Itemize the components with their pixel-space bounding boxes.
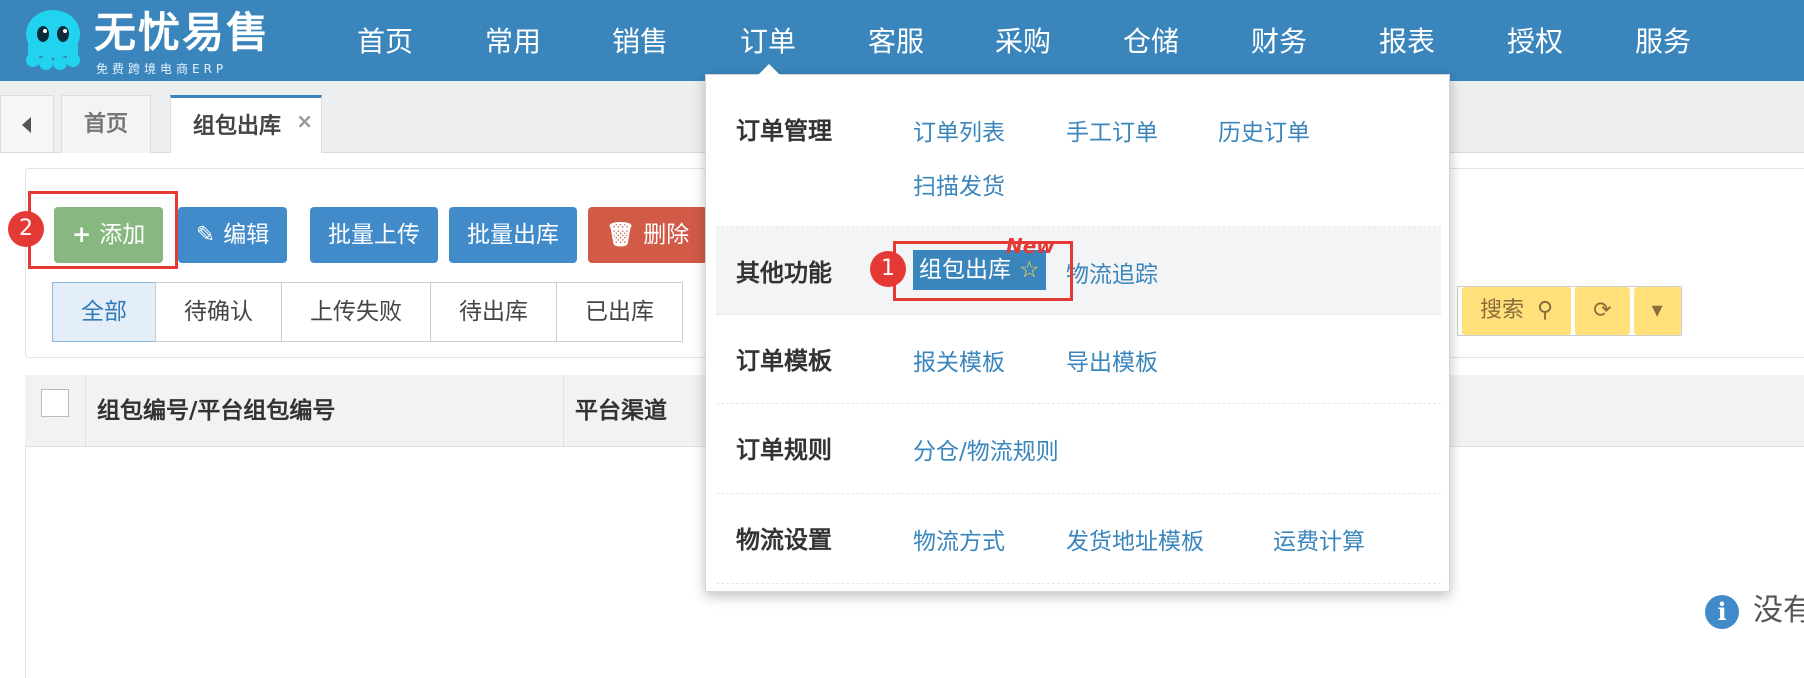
filter-pending-outbound[interactable]: 待出库 xyxy=(430,282,557,342)
dropdown-link-export-template[interactable]: 导出模板 xyxy=(1066,343,1158,377)
filter-shipped[interactable]: 已出库 xyxy=(556,282,683,342)
status-filter-group: 全部 待确认 上传失败 待出库 已出库 xyxy=(52,282,683,342)
nav-finance[interactable]: 财务 xyxy=(1229,0,1329,81)
tab-scroll-left-button[interactable] xyxy=(0,95,54,153)
filter-pending-confirm[interactable]: 待确认 xyxy=(155,282,282,342)
dropdown-link-scan-ship[interactable]: 扫描发货 xyxy=(913,167,1005,201)
dropdown-section-other: 其他功能 组包出库 ☆ New 物流追踪 xyxy=(716,227,1441,315)
delete-button[interactable]: 🗑 删除 xyxy=(588,207,708,263)
empty-state-text: 没有 xyxy=(1753,593,1804,628)
caret-down-icon: ▾ xyxy=(1651,298,1663,323)
step2-badge: 2 xyxy=(8,211,44,247)
logo[interactable]: 无忧易售 免费跨境电商ERP xyxy=(20,6,320,76)
select-all-checkbox[interactable] xyxy=(41,389,69,417)
dropdown-section-templates: 订单模板 报关模板 导出模板 xyxy=(716,315,1441,404)
search-button[interactable]: 搜索 ⚲ xyxy=(1462,287,1572,335)
close-icon[interactable]: × xyxy=(296,92,313,150)
dropdown-category-title: 订单规则 xyxy=(736,436,832,464)
dropdown-link-logistics-methods[interactable]: 物流方式 xyxy=(913,522,1005,556)
nav-home[interactable]: 首页 xyxy=(335,0,435,81)
refresh-button[interactable]: ⟳ xyxy=(1575,287,1630,335)
nav-purchasing[interactable]: 采购 xyxy=(973,0,1073,81)
column-divider xyxy=(85,375,86,447)
nav-common[interactable]: 常用 xyxy=(463,0,563,81)
filter-all[interactable]: 全部 xyxy=(52,282,156,342)
refresh-icon: ⟳ xyxy=(1593,298,1612,323)
step1-highlight xyxy=(893,241,1073,301)
top-navbar: 无忧易售 免费跨境电商ERP 首页 常用 销售 订单 客服 采购 仓储 财务 报… xyxy=(0,0,1804,81)
column-divider xyxy=(563,375,564,447)
dropdown-category-title: 其他功能 xyxy=(736,259,832,287)
tab-home[interactable]: 首页 xyxy=(61,95,152,153)
nav-sales[interactable]: 销售 xyxy=(590,0,690,81)
trash-icon: 🗑 xyxy=(606,222,636,248)
dropdown-link-history-order[interactable]: 历史订单 xyxy=(1218,113,1310,147)
dropdown-section-logistics-settings: 物流设置 物流方式 发货地址模板 运费计算 xyxy=(716,494,1441,584)
edit-button[interactable]: ✎ 编辑 xyxy=(178,207,288,263)
empty-state: i 没有 xyxy=(1705,585,1804,629)
step1-badge: 1 xyxy=(870,251,906,287)
app-name: 无忧易售 xyxy=(94,8,271,57)
search-button-label: 搜索 xyxy=(1480,298,1525,323)
column-package-no[interactable]: 组包编号/平台组包编号 xyxy=(97,375,335,447)
delete-button-label: 删除 xyxy=(643,222,690,248)
dropdown-category-title: 物流设置 xyxy=(736,526,832,554)
nav-authorization[interactable]: 授权 xyxy=(1485,0,1585,81)
info-icon: i xyxy=(1705,594,1739,629)
bulk-upload-button[interactable]: 批量上传 xyxy=(310,207,438,263)
more-options-button[interactable]: ▾ xyxy=(1633,287,1681,335)
dropdown-category-title: 订单管理 xyxy=(736,117,832,145)
dropdown-link-ship-address-template[interactable]: 发货地址模板 xyxy=(1066,522,1204,556)
nav-services[interactable]: 服务 xyxy=(1613,0,1713,81)
bulk-ship-button[interactable]: 批量出库 xyxy=(449,207,577,263)
edit-button-label: 编辑 xyxy=(223,222,270,248)
nav-warehouse[interactable]: 仓储 xyxy=(1101,0,1201,81)
dropdown-link-shipping-calc[interactable]: 运费计算 xyxy=(1273,522,1365,556)
app-subtitle: 免费跨境电商ERP xyxy=(96,62,228,76)
dropdown-category-title: 订单模板 xyxy=(736,347,832,375)
dropdown-section-rules: 订单规则 分仓/物流规则 xyxy=(716,404,1441,494)
filter-upload-failed[interactable]: 上传失败 xyxy=(281,282,431,342)
orders-dropdown-menu: 订单管理 订单列表 手工订单 历史订单 扫描发货 其他功能 组包出库 ☆ New … xyxy=(705,74,1450,592)
column-platform-channel[interactable]: 平台渠道 xyxy=(575,375,667,447)
octopus-mascot-icon xyxy=(26,10,80,70)
search-group: 搜索 ⚲ ⟳ ▾ xyxy=(1457,286,1682,336)
dropdown-link-order-list[interactable]: 订单列表 xyxy=(913,113,1005,147)
dropdown-link-logistics-tracking[interactable]: 物流追踪 xyxy=(1066,255,1158,289)
nav-customer-service[interactable]: 客服 xyxy=(846,0,946,81)
tab-package-outbound-label: 组包出库 xyxy=(193,114,282,139)
search-icon: ⚲ xyxy=(1537,298,1554,323)
nav-reports[interactable]: 报表 xyxy=(1357,0,1457,81)
edit-icon: ✎ xyxy=(196,222,216,248)
tab-home-label: 首页 xyxy=(84,112,129,137)
dropdown-link-warehouse-logistics-rules[interactable]: 分仓/物流规则 xyxy=(913,432,1059,466)
tab-package-outbound[interactable]: 组包出库 × xyxy=(170,92,323,153)
dropdown-link-customs-template[interactable]: 报关模板 xyxy=(913,343,1005,377)
dropdown-section-order-management: 订单管理 订单列表 手工订单 历史订单 扫描发货 xyxy=(716,75,1441,227)
step2-highlight xyxy=(28,191,178,269)
dropdown-link-manual-order[interactable]: 手工订单 xyxy=(1066,113,1158,147)
dropdown-caret xyxy=(757,64,781,76)
